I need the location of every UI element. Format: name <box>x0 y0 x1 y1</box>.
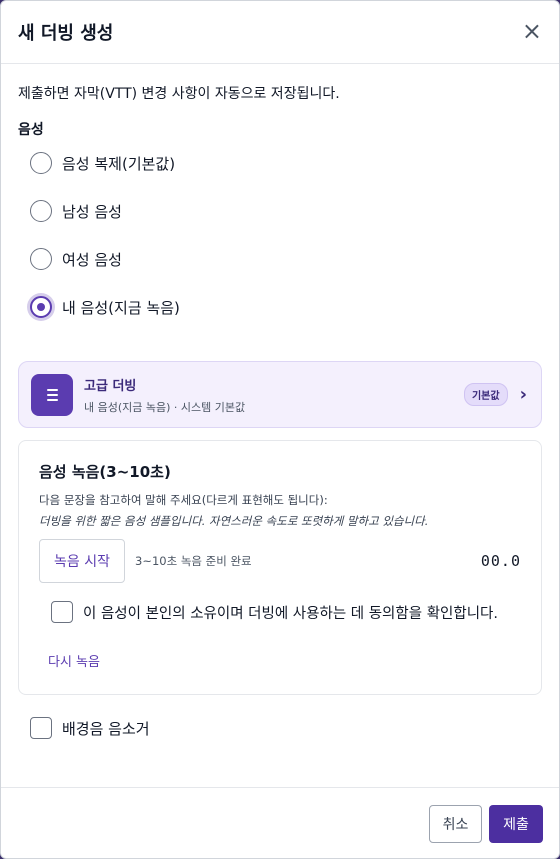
autosave-notice: 제출하면 자막(VTT) 변경 사항이 자동으로 저장됩니다. <box>18 86 340 102</box>
recording-description: 다음 문장을 참고하여 말해 주세요(다르게 표현해도 됩니다): <box>39 493 328 507</box>
voice-section-label: 음성 <box>18 122 44 138</box>
voice-option-label: 남성 음성 <box>62 202 122 221</box>
recording-status: 3~10초 녹음 준비 완료 <box>135 554 252 568</box>
recording-title: 음성 녹음(3~10초) <box>39 463 171 481</box>
submit-button[interactable]: 제출 <box>489 805 543 843</box>
cancel-button[interactable]: 취소 <box>429 805 482 843</box>
voice-option-male[interactable]: 남성 음성 <box>30 199 542 223</box>
chevron-right-icon: › <box>519 384 527 405</box>
consent-label: 이 음성이 본인의 소유이며 더빙에 사용하는 데 동의함을 확인합니다. <box>83 605 498 622</box>
radio-button[interactable] <box>30 248 52 270</box>
background-removal-checkbox[interactable] <box>30 717 52 739</box>
background-removal-row[interactable]: 배경음 음소거 <box>18 717 542 739</box>
voice-option-label: 여성 음성 <box>62 250 122 269</box>
voice-recording-panel: 음성 녹음(3~10초) 다음 문장을 참고하여 말해 주세요(다르게 표현해도… <box>18 440 542 695</box>
close-icon[interactable]: × <box>522 19 542 43</box>
voice-option-label: 음성 복제(기본값) <box>62 154 176 173</box>
voice-option-clone[interactable]: 음성 복제(기본값) <box>30 151 542 175</box>
background-removal-label: 배경음 음소거 <box>62 719 150 738</box>
default-badge: 기본값 <box>463 383 508 406</box>
rerecord-link[interactable]: 다시 녹음 <box>48 651 100 670</box>
consent-row[interactable]: 이 음성이 본인의 소유이며 더빙에 사용하는 데 동의함을 확인합니다. <box>39 601 521 623</box>
dialog-header: 새 더빙 생성 × <box>1 1 559 64</box>
voice-options: 음성 복제(기본값) 남성 음성 여성 음성 내 음성(지금 녹음) <box>18 151 542 319</box>
recording-sample-text: 더빙을 위한 짧은 음성 샘플입니다. 자연스러운 속도로 또렷하게 말하고 있… <box>39 514 429 528</box>
advanced-dubbing-title: 고급 더빙 <box>84 378 137 394</box>
voice-option-female[interactable]: 여성 음성 <box>30 247 542 271</box>
dialog-footer: 취소 제출 <box>1 787 559 858</box>
advanced-dubbing-subtitle: 내 음성(지금 녹음) · 시스템 기본값 <box>84 400 246 414</box>
advanced-dubbing-card[interactable]: 고급 더빙 내 음성(지금 녹음) · 시스템 기본값 기본값 › <box>18 361 542 428</box>
radio-button[interactable] <box>30 152 52 174</box>
radio-button-selected[interactable] <box>30 296 52 318</box>
radio-button[interactable] <box>30 200 52 222</box>
voice-option-label: 내 음성(지금 녹음) <box>62 298 180 317</box>
create-dubbing-dialog: 새 더빙 생성 × 제출하면 자막(VTT) 변경 사항이 자동으로 저장됩니다… <box>0 0 560 859</box>
dialog-body: 제출하면 자막(VTT) 변경 사항이 자동으로 저장됩니다. 음성 음성 복제… <box>1 83 559 739</box>
recording-timer: 00.0 <box>480 552 521 570</box>
dialog-title: 새 더빙 생성 <box>18 23 114 44</box>
start-recording-button[interactable]: 녹음 시작 <box>39 539 125 583</box>
voice-option-my-voice[interactable]: 내 음성(지금 녹음) <box>30 295 542 319</box>
recording-controls: 녹음 시작 3~10초 녹음 준비 완료 00.0 <box>39 539 521 583</box>
advanced-dubbing-text: 고급 더빙 내 음성(지금 녹음) · 시스템 기본값 <box>84 375 464 415</box>
list-icon <box>31 373 73 416</box>
consent-checkbox[interactable] <box>51 601 73 623</box>
